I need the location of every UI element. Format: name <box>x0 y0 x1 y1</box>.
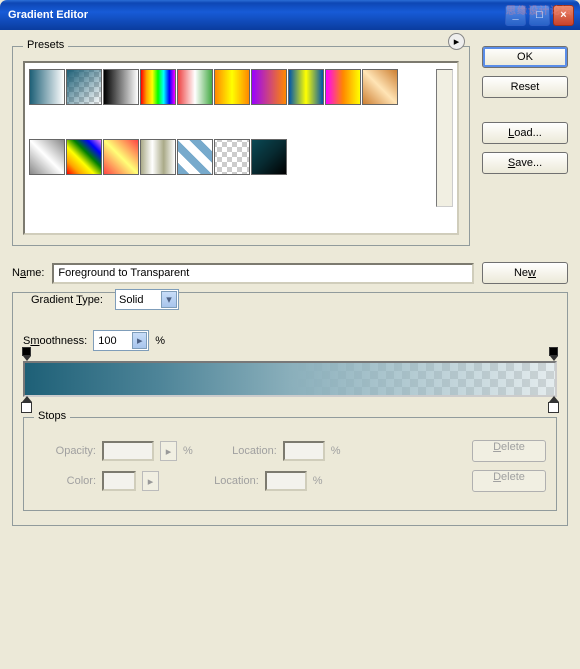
preset-swatch[interactable] <box>29 139 65 175</box>
percent-label: % <box>155 335 165 347</box>
color-location-input <box>265 471 307 491</box>
window-title: Gradient Editor <box>8 9 88 21</box>
delete-color-stop-button: Delete <box>472 470 546 492</box>
preset-swatch[interactable] <box>214 69 250 105</box>
percent-label: % <box>331 445 341 457</box>
name-input[interactable] <box>52 263 474 284</box>
preset-swatch[interactable] <box>140 139 176 175</box>
gradient-type-label: Gradient Type: <box>27 294 107 306</box>
opacity-stop-left[interactable] <box>21 347 32 362</box>
presets-menu-button[interactable]: ▸ <box>448 33 465 50</box>
opacity-location-input <box>283 441 325 461</box>
location-label: Location: <box>209 445 277 457</box>
percent-label: % <box>183 445 193 457</box>
new-button[interactable]: New <box>482 262 568 284</box>
reset-button[interactable]: Reset <box>482 76 568 98</box>
preset-swatch[interactable] <box>66 139 102 175</box>
color-stop-left[interactable] <box>20 396 33 413</box>
preset-swatch[interactable] <box>103 139 139 175</box>
stops-fieldset: Stops Opacity: ▸ % Location: % Delete Co… <box>23 417 557 511</box>
preset-swatch[interactable] <box>103 69 139 105</box>
preset-swatch[interactable] <box>66 69 102 105</box>
preset-swatch[interactable] <box>251 139 287 175</box>
chevron-right-icon: ▸ <box>132 332 147 349</box>
color-swatch <box>102 471 136 491</box>
opacity-label: Opacity: <box>34 445 96 457</box>
presets-scrollbar[interactable] <box>436 69 453 207</box>
gradient-type-value: Solid <box>119 294 143 306</box>
preset-swatch[interactable] <box>288 69 324 105</box>
opacity-input <box>102 441 154 461</box>
preset-swatch[interactable] <box>177 69 213 105</box>
load-button[interactable]: Load... <box>482 122 568 144</box>
watermark-text: 思缘设计论坛 <box>506 2 572 17</box>
opacity-stepper: ▸ <box>160 441 177 461</box>
preset-swatch[interactable] <box>177 139 213 175</box>
gradient-edit-bar[interactable] <box>23 361 557 397</box>
smoothness-input[interactable]: 100 ▸ <box>93 330 149 351</box>
delete-opacity-stop-button: Delete <box>472 440 546 462</box>
ok-button[interactable]: OK <box>482 46 568 68</box>
color-stepper: ▸ <box>142 471 159 491</box>
chevron-down-icon: ▾ <box>161 291 177 308</box>
preset-swatch[interactable] <box>362 69 398 105</box>
gradient-fieldset: Gradient Type: Solid ▾ Smoothness: 100 ▸… <box>12 292 568 526</box>
stops-legend: Stops <box>34 410 70 422</box>
preset-swatch[interactable] <box>325 69 361 105</box>
color-stop-right[interactable] <box>547 396 560 413</box>
gradient-type-select[interactable]: Solid ▾ <box>115 289 179 310</box>
opacity-stop-right[interactable] <box>548 347 559 362</box>
preset-swatch[interactable] <box>29 69 65 105</box>
percent-label: % <box>313 475 323 487</box>
presets-listbox <box>23 61 459 235</box>
location-label: Location: <box>191 475 259 487</box>
presets-legend: Presets <box>23 39 68 51</box>
presets-fieldset: Presets ▸ <box>12 46 470 246</box>
title-bar: Gradient Editor _ □ × <box>0 0 580 30</box>
smoothness-label: Smoothness: <box>23 335 87 347</box>
preset-swatch[interactable] <box>214 139 250 175</box>
gradient-bar[interactable] <box>23 361 557 397</box>
preset-swatch[interactable] <box>140 69 176 105</box>
name-label: Name: <box>12 267 44 279</box>
smoothness-value: 100 <box>98 335 116 347</box>
color-label: Color: <box>34 475 96 487</box>
save-button[interactable]: Save... <box>482 152 568 174</box>
preset-swatch[interactable] <box>251 69 287 105</box>
